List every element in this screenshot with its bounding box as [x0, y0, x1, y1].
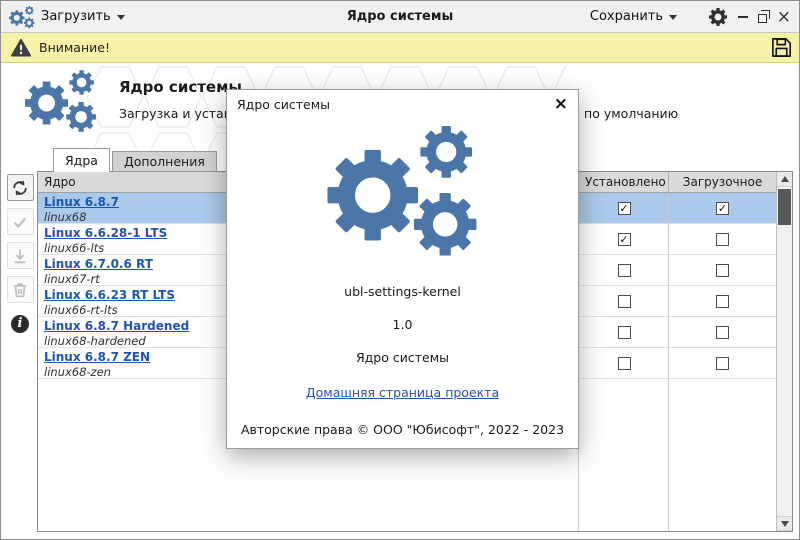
tab-bar: Ядра Дополнения [53, 148, 219, 172]
save-menu-button[interactable]: Сохранить [590, 1, 677, 33]
info-icon [11, 315, 29, 333]
installed-checkbox[interactable] [618, 233, 631, 246]
column-header-installed[interactable]: Установлено [579, 172, 669, 192]
installed-checkbox[interactable] [618, 202, 631, 215]
scrollbar-thumb[interactable] [778, 189, 791, 225]
kernel-link[interactable]: Linux 6.6.23 RT LTS [44, 288, 175, 303]
scrollbar-track[interactable] [777, 225, 792, 516]
titlebar: Загрузить Ядро системы Сохранить [1, 1, 799, 33]
maximize-button[interactable] [758, 14, 767, 23]
about-dialog: Ядро системы × ubl-settings-kernel 1.0 Я… [226, 89, 579, 449]
vertical-scrollbar [776, 172, 792, 531]
bootable-checkbox[interactable] [716, 202, 729, 215]
triangle-down-icon [781, 521, 789, 527]
homepage-link[interactable]: Домашняя страница проекта [306, 385, 499, 400]
info-button[interactable] [7, 310, 34, 337]
kernel-link[interactable]: Linux 6.8.7 Hardened [44, 319, 189, 334]
save-menu-label: Сохранить [590, 1, 663, 33]
scroll-up-button[interactable] [777, 172, 792, 187]
page-title: Ядро системы [119, 78, 242, 96]
column-header-bootable[interactable]: Загрузочное [669, 172, 776, 192]
kernel-link[interactable]: Linux 6.6.28-1 LTS [44, 226, 167, 241]
installed-checkbox[interactable] [618, 326, 631, 339]
dialog-title: Ядро системы [237, 97, 330, 112]
settings-gear-icon[interactable] [709, 8, 727, 26]
delete-button[interactable] [7, 276, 34, 303]
tab-kernels[interactable]: Ядра [53, 148, 110, 172]
close-window-button[interactable] [777, 9, 791, 26]
app-description: Ядро системы [356, 350, 449, 365]
triangle-up-icon [781, 176, 789, 182]
trash-icon [11, 281, 29, 299]
kernel-link[interactable]: Linux 6.8.7 ZEN [44, 350, 150, 365]
app-package-name: ubl-settings-kernel [344, 284, 461, 299]
chevron-down-icon [669, 15, 677, 20]
kernel-link[interactable]: Linux 6.7.0.6 RT [44, 257, 153, 272]
installed-checkbox[interactable] [618, 264, 631, 277]
copyright-text: Авторские права © ООО "Юбисофт", 2022 - … [241, 422, 564, 437]
installed-checkbox[interactable] [618, 357, 631, 370]
installed-checkbox[interactable] [618, 295, 631, 308]
install-button[interactable] [7, 242, 34, 269]
window-controls [738, 1, 791, 33]
window-title: Ядро системы [1, 1, 799, 33]
bootable-checkbox[interactable] [716, 264, 729, 277]
scroll-down-button[interactable] [777, 516, 792, 531]
warning-bar: Внимание! [1, 33, 799, 63]
save-file-icon[interactable] [770, 36, 793, 59]
bootable-checkbox[interactable] [716, 326, 729, 339]
bootable-checkbox[interactable] [716, 357, 729, 370]
check-icon [11, 213, 29, 231]
warning-text: Внимание! [39, 33, 110, 63]
bootable-checkbox[interactable] [716, 295, 729, 308]
page-gears-icon [25, 70, 97, 134]
refresh-icon [11, 179, 29, 197]
about-gears-icon [327, 126, 479, 260]
tab-addons[interactable]: Дополнения [112, 151, 217, 172]
side-toolbar [5, 174, 35, 337]
refresh-button[interactable] [7, 174, 34, 201]
bootable-checkbox[interactable] [716, 233, 729, 246]
warning-triangle-icon [11, 39, 31, 57]
kernel-link[interactable]: Linux 6.8.7 [44, 195, 119, 210]
minimize-button[interactable] [738, 12, 748, 22]
close-icon[interactable]: × [554, 96, 568, 113]
download-icon [11, 247, 29, 265]
apply-button[interactable] [7, 208, 34, 235]
app-version: 1.0 [393, 317, 413, 332]
